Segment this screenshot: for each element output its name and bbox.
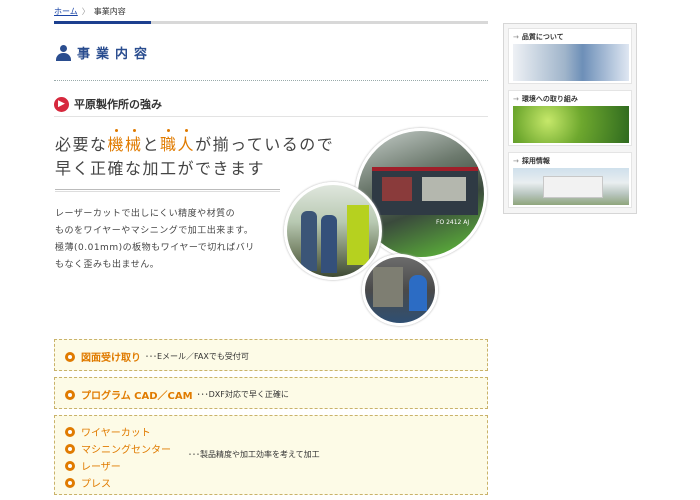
breadcrumb-separator: 〉 xyxy=(81,7,90,16)
circle-bullet-icon xyxy=(65,443,75,454)
service-box-cad: プログラム CAD／CAM ･･･DXF対応で早く正確に xyxy=(54,377,488,409)
circle-bullet-icon xyxy=(65,389,75,400)
catch-text: 必要な xyxy=(55,135,108,154)
circle-bullet-icon xyxy=(65,477,75,488)
process-label: レーザー xyxy=(81,462,121,473)
service-row: 図面受け取り ･･･Eメール／FAXでも受付可 xyxy=(65,349,249,364)
sidebar-banner-recruit[interactable]: → 採用情報 xyxy=(508,152,632,208)
service-box-drawing: 図面受け取り ･･･Eメール／FAXでも受付可 xyxy=(54,339,488,371)
description-line: レーザーカットで出しにくい精度や材質の xyxy=(55,209,236,219)
catch-emphasis-machine: 機械 xyxy=(107,129,143,154)
service-note: ･･･DXF対応で早く正確に xyxy=(196,390,289,399)
craftsman-photo xyxy=(362,254,438,326)
building-image xyxy=(513,168,629,205)
catch-emphasis-text: 機械 xyxy=(107,135,143,154)
sidebar-banner-label: 採用情報 xyxy=(521,157,550,165)
page-title-text: 事業内容 xyxy=(77,47,154,62)
title-divider xyxy=(54,80,488,81)
sidebar: → 品質について → 環境への取り組み → 採用情報 xyxy=(503,23,637,214)
description-line: ものをワイヤーやマシニングで加工出来ます。 xyxy=(55,226,254,236)
arrow-right-icon: → xyxy=(513,95,519,103)
person-icon xyxy=(56,44,71,61)
catch-emphasis-text: 職人 xyxy=(160,135,196,154)
arrow-right-icon: ▶ xyxy=(54,96,69,112)
breadcrumb-current: 事業内容 xyxy=(93,7,126,16)
process-item: ワイヤーカット xyxy=(65,424,151,439)
breadcrumb-rule-accent xyxy=(54,21,151,24)
catch-emphasis-craftsman: 職人 xyxy=(160,129,196,154)
catch-text: と xyxy=(142,135,161,154)
workers-photo xyxy=(284,182,382,280)
service-row: プログラム CAD／CAM ･･･DXF対応で早く正確に xyxy=(65,387,289,402)
catch-text: が揃っているので xyxy=(195,135,335,154)
section-heading: ▶ 平原製作所の強み xyxy=(54,96,162,112)
service-label: 図面受け取り xyxy=(81,353,141,364)
section-heading-text: 平原製作所の強み xyxy=(74,98,162,111)
sidebar-banner-title: → 環境への取り組み xyxy=(513,94,578,104)
description-line: もなく歪みも出ません。 xyxy=(55,260,160,270)
breadcrumb: ホーム〉事業内容 xyxy=(54,6,126,17)
sidebar-banner-title: → 採用情報 xyxy=(513,156,550,166)
page-title: 事業内容 xyxy=(56,43,153,62)
description: レーザーカットで出しにくい精度や材質の ものをワイヤーやマシニングで加工出来ます… xyxy=(55,206,255,274)
catch-copy: 必要な 機械と 職人が揃っているので 早く正確な加工ができます xyxy=(55,129,335,181)
machine-label: FO 2412 AJ xyxy=(436,219,470,226)
service-note: ･･･Eメール／FAXでも受付可 xyxy=(145,352,249,361)
section-divider xyxy=(54,116,488,117)
catch-line-2: 早く正確な加工ができます xyxy=(55,159,266,178)
sidebar-banner-quality[interactable]: → 品質について xyxy=(508,28,632,84)
sidebar-banner-title: → 品質について xyxy=(513,32,564,42)
process-item: レーザー xyxy=(65,458,121,473)
arrow-right-icon: → xyxy=(513,33,519,41)
breadcrumb-home-link[interactable]: ホーム xyxy=(54,7,78,16)
sidebar-banner-environment[interactable]: → 環境への取り組み xyxy=(508,90,632,146)
environment-image xyxy=(513,106,629,143)
sidebar-banner-label: 品質について xyxy=(521,33,564,41)
service-label: プログラム CAD／CAM xyxy=(81,391,193,402)
description-line: 極薄(0.01mm)の板物もワイヤーで切ればバリ xyxy=(55,243,255,253)
process-label: プレス xyxy=(81,479,111,490)
sidebar-banner-label: 環境への取り組み xyxy=(521,95,578,103)
catch-line-1: 必要な 機械と 職人が揃っているので xyxy=(55,129,335,157)
process-label: マシニングセンター xyxy=(81,445,171,456)
quality-image xyxy=(513,44,629,81)
arrow-right-icon: → xyxy=(513,157,519,165)
circle-bullet-icon xyxy=(65,351,75,362)
service-box-processes: ワイヤーカット マシニングセンター レーザー プレス ･･･製品精度や加工効率を… xyxy=(54,415,488,495)
process-item: マシニングセンター xyxy=(65,441,171,456)
circle-bullet-icon xyxy=(65,426,75,437)
catch-divider xyxy=(55,189,280,192)
circle-bullet-icon xyxy=(65,460,75,471)
processes-note: ･･･製品精度や加工効率を考えて加工 xyxy=(188,450,320,459)
process-item: プレス xyxy=(65,475,111,490)
process-label: ワイヤーカット xyxy=(81,428,151,439)
